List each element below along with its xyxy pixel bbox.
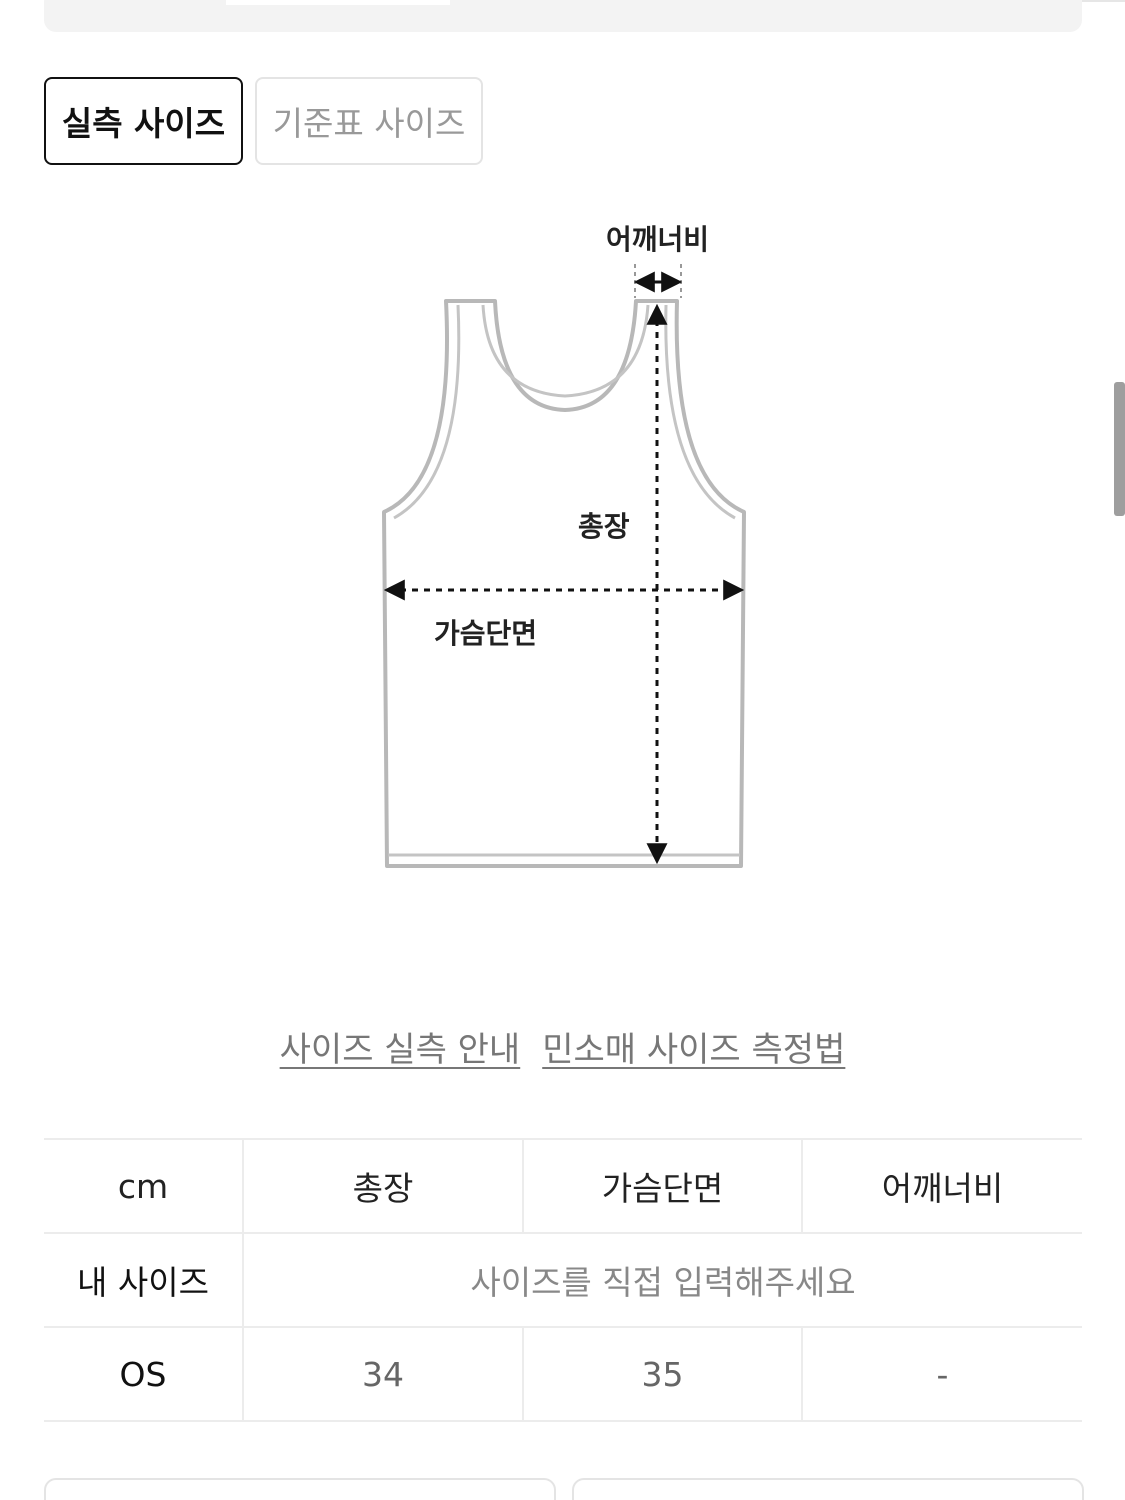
neckline-binding: [481, 304, 650, 398]
my-size-row: 내 사이즈 사이즈를 직접 입력해주세요: [44, 1232, 1082, 1328]
tank-top-size-diagram: 어깨너비 총장 가슴단면: [0, 0, 1125, 1000]
header-chest: 가슴단면: [522, 1138, 802, 1234]
my-size-input-prompt[interactable]: 사이즈를 직접 입력해주세요: [242, 1232, 1082, 1328]
header-shoulder: 어깨너비: [801, 1138, 1082, 1234]
size-guide-links: 사이즈 실측 안내 민소매 사이즈 측정법: [0, 1022, 1125, 1071]
size-guide-link[interactable]: 사이즈 실측 안내: [280, 1022, 521, 1071]
table-header-row: cm 총장 가슴단면 어깨너비: [44, 1138, 1082, 1234]
total-length-label: 총장: [578, 510, 630, 543]
scrollbar[interactable]: [1114, 382, 1125, 516]
size-table: cm 총장 가슴단면 어깨너비 내 사이즈 사이즈를 직접 입력해주세요 OS …: [44, 1138, 1082, 1422]
header-length: 총장: [242, 1138, 523, 1234]
bottom-card-left[interactable]: [44, 1478, 556, 1500]
bottom-card-right[interactable]: [572, 1478, 1084, 1500]
length-value-cell: 34: [242, 1326, 523, 1422]
chest-value-cell: 35: [522, 1326, 802, 1422]
sleeveless-measure-link[interactable]: 민소매 사이즈 측정법: [542, 1022, 845, 1071]
table-row: OS 34 35 -: [44, 1326, 1082, 1422]
shoulder-width-label: 어깨너비: [606, 223, 710, 256]
chest-width-label: 가슴단면: [434, 617, 538, 650]
my-size-label: 내 사이즈: [44, 1232, 243, 1328]
left-armhole-binding: [393, 304, 461, 520]
shoulder-value-cell: -: [801, 1326, 1082, 1422]
size-name-cell: OS: [44, 1326, 243, 1422]
tank-top-outline: [382, 299, 746, 868]
header-unit: cm: [44, 1138, 243, 1234]
tank-top-illustration: [382, 264, 746, 868]
